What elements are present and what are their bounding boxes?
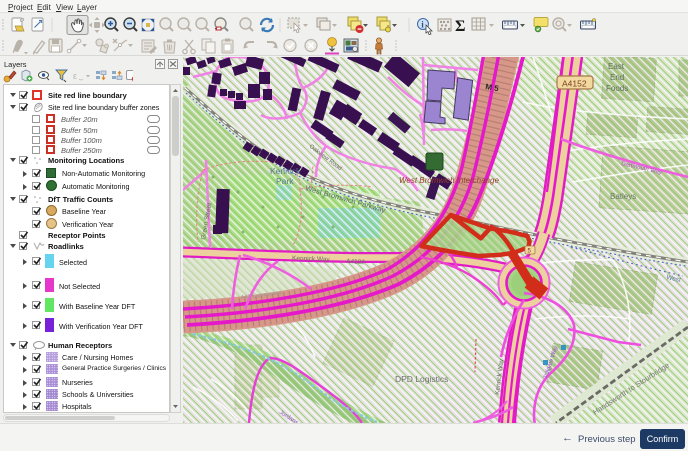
svg-text:East: East [608,62,625,71]
svg-text:Batleys: Batleys [610,192,636,201]
svg-text:Σ: Σ [455,18,465,35]
svg-text:DPD Logistics: DPD Logistics [395,374,448,384]
svg-text:Kennick Way: Kennick Way [292,255,331,263]
svg-text:End: End [610,73,624,82]
svg-text:ε: ε [73,71,77,81]
svg-text:Park: Park [276,176,294,186]
svg-text:Kennick: Kennick [270,166,301,176]
svg-text:West Bromwich Interchange: West Bromwich Interchange [399,176,499,185]
svg-text:A4152: A4152 [562,79,587,89]
svg-text:Foods: Foods [606,84,628,93]
svg-text:A4182: A4182 [346,258,366,266]
